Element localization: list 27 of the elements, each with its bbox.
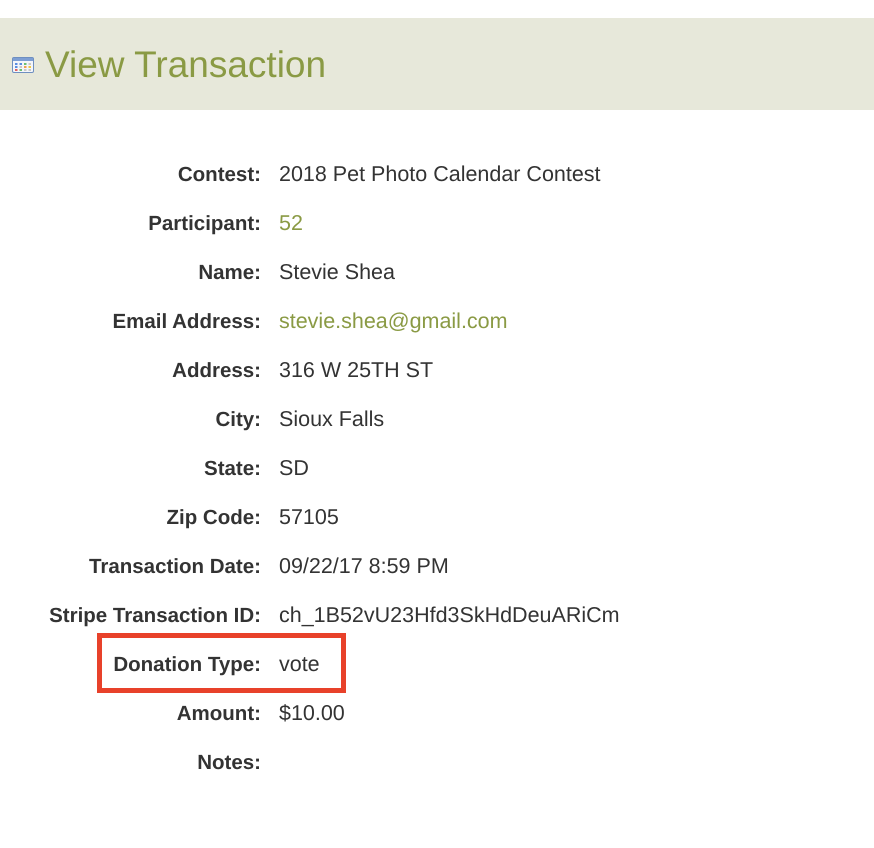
field-label: Transaction Date: xyxy=(88,554,261,578)
field-label: Stripe Transaction ID: xyxy=(49,604,261,628)
field-value: Stevie Shea xyxy=(279,260,395,285)
field-label: Amount: xyxy=(176,702,261,726)
field-label: Donation Type: xyxy=(113,652,261,676)
field-value: Sioux Falls xyxy=(279,407,384,432)
field-value: $10.00 xyxy=(279,701,345,726)
field-label: Contest: xyxy=(178,162,261,186)
value-link[interactable]: 52 xyxy=(279,211,303,236)
field-value: 09/22/17 8:59 PM xyxy=(279,554,449,579)
field-label: Participant: xyxy=(148,212,261,236)
field-label: State: xyxy=(204,456,261,480)
field-value: 2018 Pet Photo Calendar Contest xyxy=(279,162,601,187)
field-label: Zip Code: xyxy=(166,506,261,530)
field-label: Email Address: xyxy=(112,310,261,334)
field-label: City: xyxy=(215,408,261,432)
field-label: Address: xyxy=(172,358,261,382)
field-value: vote xyxy=(279,652,320,677)
field-value: 57105 xyxy=(279,505,339,530)
field-value: ch_1B52vU23Hfd3SkHdDeuARiCm xyxy=(279,603,620,628)
field-value: SD xyxy=(279,456,309,481)
page-title: View Transaction xyxy=(45,46,326,82)
value-link[interactable]: stevie.shea@gmail.com xyxy=(279,309,508,334)
calendar-icon xyxy=(12,57,34,73)
field-value: 316 W 25TH ST xyxy=(279,358,434,383)
field-label: Name: xyxy=(198,260,261,284)
field-label: Notes: xyxy=(197,750,261,774)
